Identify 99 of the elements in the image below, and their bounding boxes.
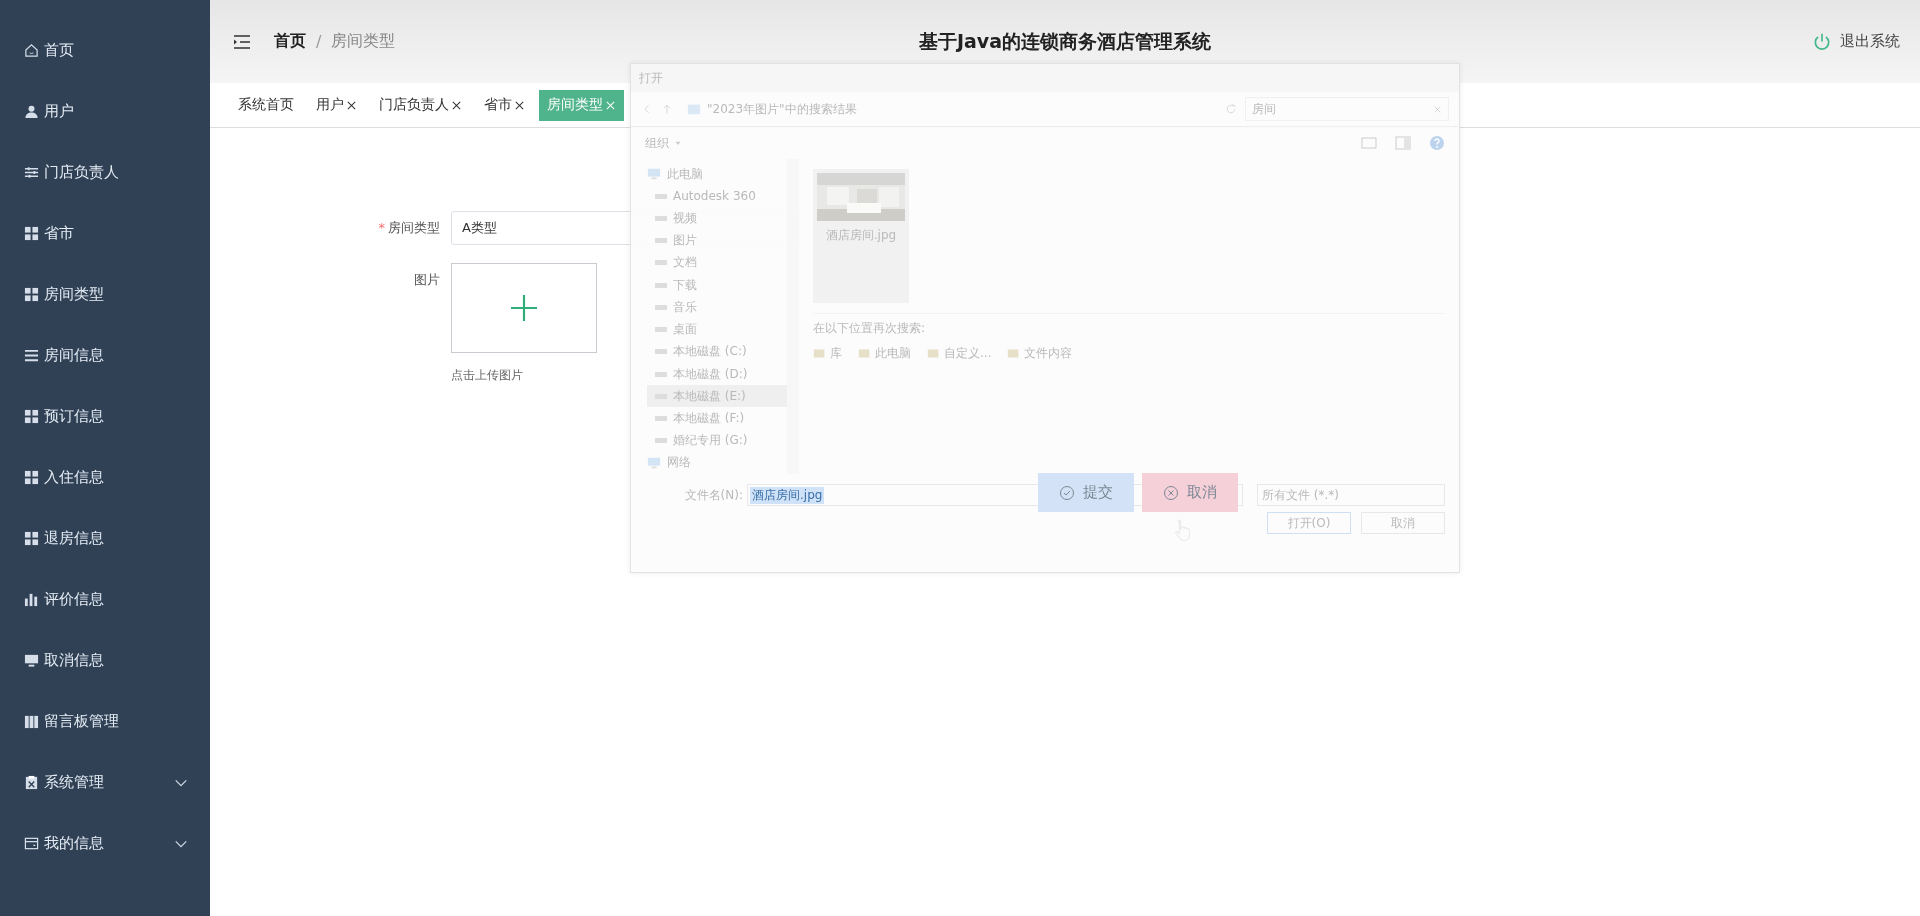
sidebar-item[interactable]: 房间类型 (0, 264, 210, 325)
dialog-button[interactable]: 取消 (1361, 512, 1445, 534)
sidebar-item[interactable]: 省市 (0, 203, 210, 264)
folder-icon (687, 102, 701, 116)
check-circle-icon (1059, 484, 1075, 501)
drive-icon (655, 282, 667, 288)
sidebar-item[interactable]: 留言板管理 (0, 691, 210, 752)
nav-item[interactable]: 婚纪专用 (G:) (647, 429, 787, 452)
drive-icon (655, 371, 667, 377)
upload-hint: 点击上传图片 (451, 367, 524, 384)
sidebar-item[interactable]: 首页 (0, 20, 210, 81)
grid-icon (24, 531, 39, 546)
sidebar-item[interactable]: 门店负责人 (0, 142, 210, 203)
filetype-dropdown[interactable]: 所有文件 (*.*) (1257, 484, 1445, 506)
close-icon (1433, 104, 1442, 114)
drive-icon (655, 304, 667, 310)
up-arrow-icon (661, 103, 673, 115)
grid-icon (24, 226, 39, 241)
close-circle-icon (1163, 484, 1179, 501)
breadcrumb-separator: / (316, 32, 322, 51)
help-icon (1429, 135, 1445, 151)
computer-icon (647, 167, 661, 182)
dialog-button[interactable]: 打开(O) (1267, 512, 1351, 534)
location-icon (858, 347, 871, 360)
plus-icon (511, 295, 537, 321)
grid-icon (24, 470, 39, 485)
address-bar[interactable]: "2023年图片"中的搜索结果 (681, 98, 1217, 120)
sidebar-item[interactable]: 取消信息 (0, 630, 210, 691)
sidebar-item[interactable]: 系统管理 (0, 752, 210, 813)
tab[interactable]: 用户 (308, 89, 365, 121)
sidebar-item[interactable]: 我的信息 (0, 813, 210, 874)
search-location-link[interactable]: 库 (813, 345, 842, 362)
submit-button[interactable]: 提交 (1038, 473, 1134, 512)
app-title: 基于Java的连锁商务酒店管理系统 (918, 28, 1212, 54)
tab[interactable]: 房间类型 (539, 89, 624, 121)
logout-button[interactable]: 退出系统 (1812, 31, 1900, 52)
drive-icon (655, 438, 667, 444)
refresh-icon (1225, 103, 1237, 115)
sidebar-item[interactable]: 退房信息 (0, 508, 210, 569)
grid-icon (24, 409, 39, 424)
nav-item[interactable]: 本地磁盘 (F:) (647, 407, 787, 430)
nav-item[interactable]: 桌面 (647, 318, 787, 341)
home-icon (24, 43, 39, 58)
breadcrumb-link[interactable]: 首页 (274, 31, 306, 52)
drive-icon (655, 327, 667, 333)
organize-menu[interactable]: 组织 (645, 134, 669, 152)
drive-icon (655, 238, 667, 244)
location-icon (813, 347, 826, 360)
field-label: * 房间类型 (377, 219, 440, 237)
close-icon (514, 99, 525, 111)
upload-box[interactable] (451, 263, 597, 353)
close-icon (605, 99, 616, 111)
close-icon (346, 99, 357, 111)
nav-item[interactable]: 本地磁盘 (C:) (647, 340, 787, 363)
drive-icon (655, 260, 667, 266)
grid-icon (24, 287, 39, 302)
field-label: 图片 (413, 271, 440, 289)
cancel-button[interactable]: 取消 (1142, 473, 1238, 512)
power-icon (1812, 31, 1832, 52)
nav-item[interactable]: 文档 (647, 251, 787, 275)
nav-item[interactable]: 音乐 (647, 296, 787, 319)
nav-item[interactable]: 网络 (647, 451, 787, 475)
menu-icon (232, 32, 252, 51)
search-location-link[interactable]: 自定义... (927, 345, 992, 362)
drive-icon (655, 349, 667, 355)
breadcrumb-current: 房间类型 (331, 31, 396, 52)
tab[interactable]: 门店负责人 (371, 89, 470, 121)
list-icon (24, 348, 39, 363)
sidebar-item[interactable]: 入住信息 (0, 447, 210, 508)
tab[interactable]: 省市 (476, 89, 533, 121)
search-field[interactable]: 房间 (1245, 97, 1449, 121)
card-icon (24, 836, 39, 851)
location-icon (1007, 347, 1021, 360)
search-location-link[interactable]: 文件内容 (1007, 345, 1073, 362)
view-icon (1361, 135, 1377, 151)
sliders-icon (24, 165, 39, 180)
computer-icon (647, 455, 661, 470)
tab[interactable]: 系统首页 (230, 89, 302, 121)
sidebar-item[interactable]: 房间信息 (0, 325, 210, 386)
nav-item[interactable]: 下载 (647, 274, 787, 297)
close-icon (451, 99, 462, 111)
drive-icon (655, 193, 667, 199)
user-icon (24, 104, 39, 119)
drive-icon (655, 416, 667, 421)
nav-item[interactable]: 本地磁盘 (D:) (647, 362, 787, 386)
bar-chart-icon (24, 592, 39, 607)
pane-icon (1395, 135, 1411, 151)
sidebar-item[interactable]: 用户 (0, 81, 210, 142)
filename-label: 文件名(N): (684, 486, 743, 504)
search-location-link[interactable]: 此电脑 (858, 345, 911, 362)
book-icon (24, 714, 39, 729)
monitor-icon (24, 653, 39, 668)
nav-item[interactable]: Autodesk 360 (647, 185, 787, 208)
drive-icon (655, 216, 667, 222)
sidebar-item[interactable]: 评价信息 (0, 569, 210, 630)
clipboard-icon (24, 775, 39, 790)
sidebar-item[interactable]: 预订信息 (0, 386, 210, 447)
nav-item[interactable]: 此电脑 (647, 163, 787, 186)
location-icon (927, 347, 940, 360)
